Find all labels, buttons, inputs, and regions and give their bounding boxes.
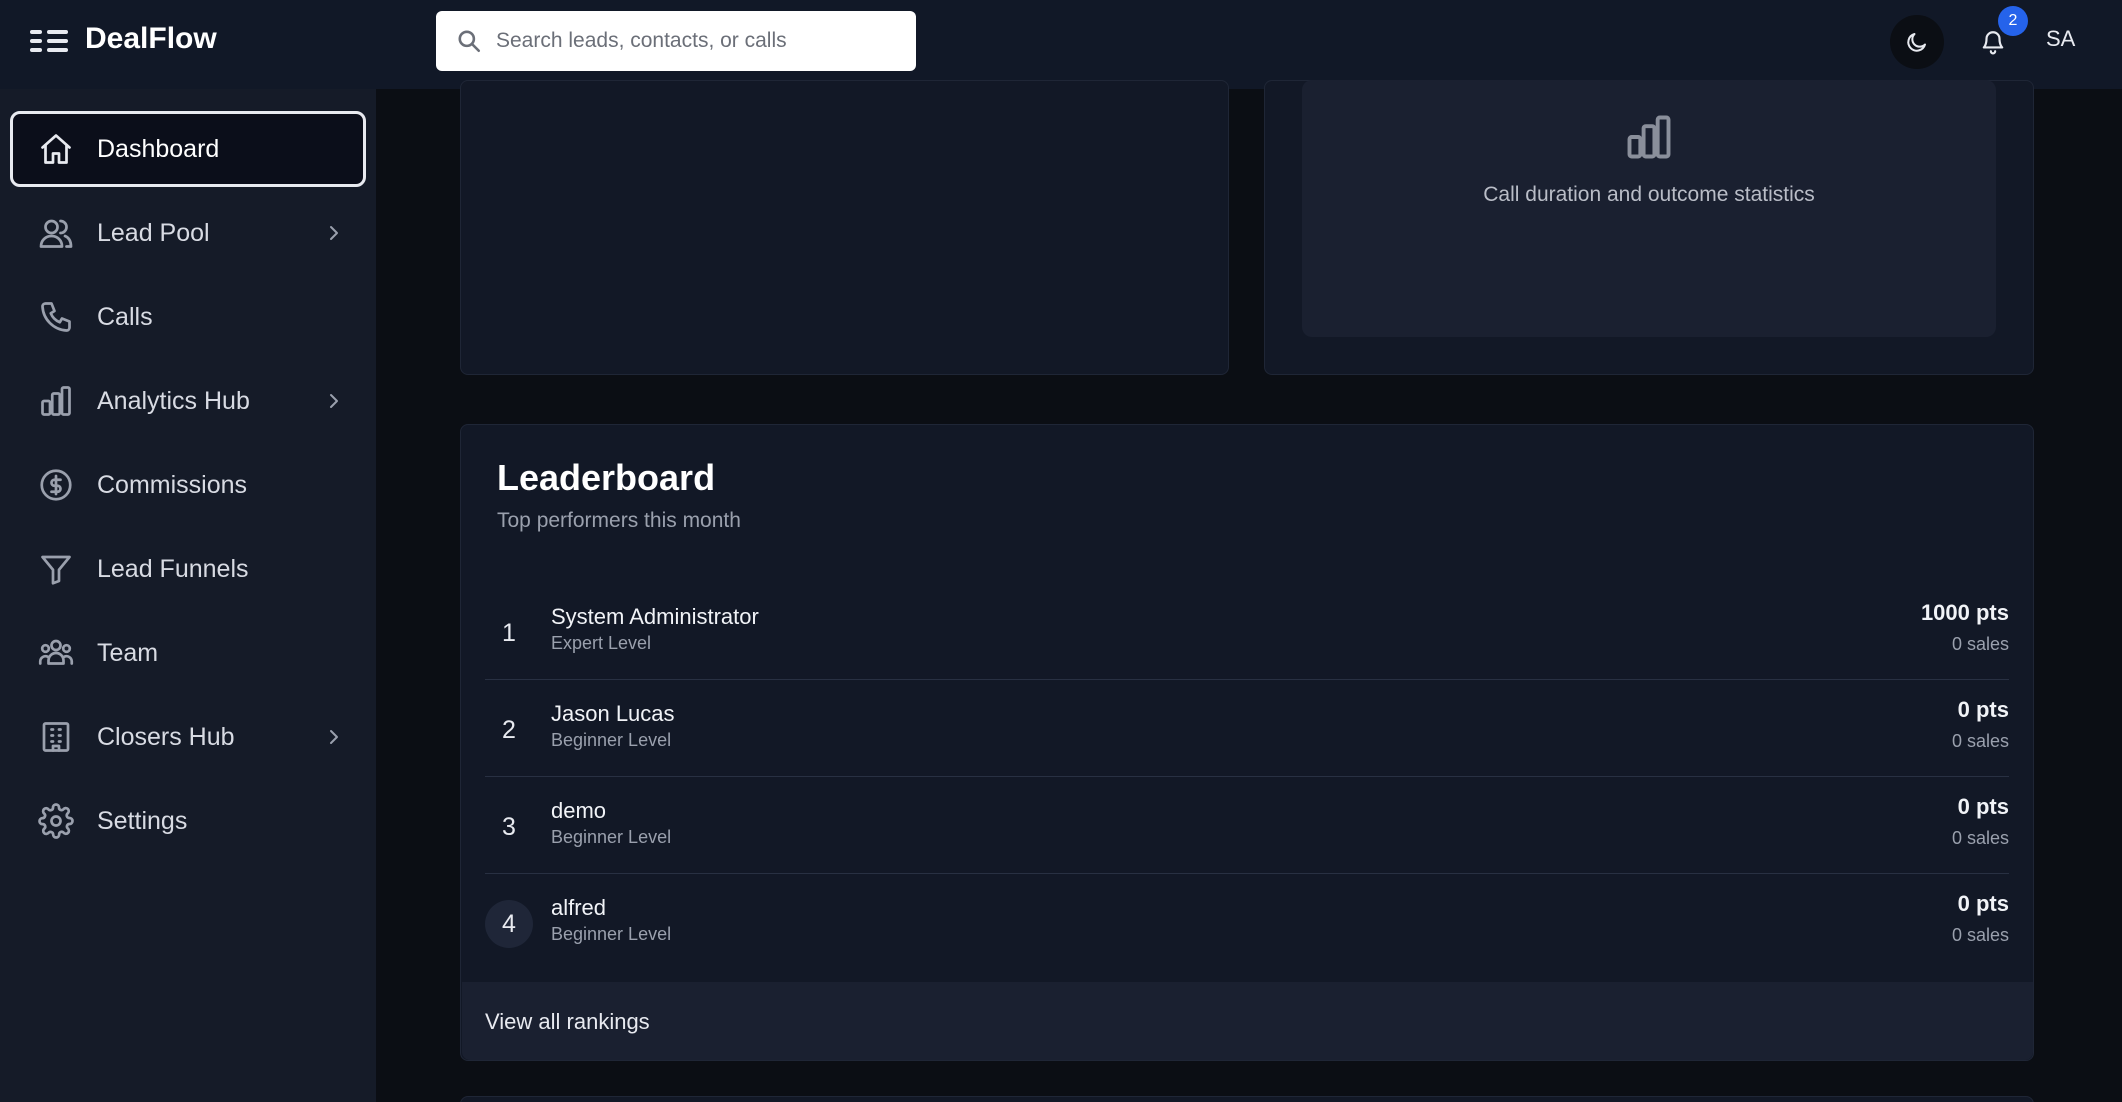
performer-sales: 0 sales	[1951, 828, 2009, 848]
performer-level: Expert Level	[551, 633, 652, 653]
performer-name: System Administrator	[551, 604, 759, 629]
top-bar: DealFlow 2 SA	[0, 0, 2122, 89]
funnel-icon	[41, 555, 71, 585]
performer-sales: 0 sales	[1951, 731, 2009, 751]
building-icon	[42, 722, 70, 752]
performer-name: alfred	[551, 895, 607, 920]
users-icon	[39, 219, 73, 248]
sidebar-item-label: Lead Pool	[97, 219, 210, 247]
sidebar-item-calls[interactable]: Calls	[10, 279, 366, 355]
performer-level: Beginner Level	[551, 827, 672, 847]
user-avatar[interactable]: SA	[2046, 26, 2075, 52]
performer-level: Beginner Level	[551, 730, 672, 750]
leaderboard-title: Leaderboard	[497, 457, 716, 498]
performer-name: Jason Lucas	[551, 701, 675, 726]
leaderboard-row: 2 Jason Lucas Beginner Level 0 pts 0 sal…	[485, 680, 2009, 777]
phone-icon	[41, 302, 71, 332]
search-icon	[458, 30, 481, 53]
sidebar-item-label: Dashboard	[97, 135, 220, 163]
view-all-rankings-link[interactable]: View all rankings	[485, 1009, 650, 1035]
call-stats-placeholder-text: Call duration and outcome statistics	[1483, 183, 1815, 206]
performer-points: 1000 pts	[1920, 600, 2009, 625]
sidebar-item-lead-pool[interactable]: Lead Pool	[10, 195, 366, 271]
performer-level: Beginner Level	[551, 924, 672, 944]
team-icon	[38, 639, 74, 665]
search-input[interactable]	[496, 11, 906, 71]
chart-card	[460, 80, 1229, 375]
sidebar-item-label: Team	[97, 639, 159, 667]
search-box[interactable]	[436, 11, 916, 71]
leaderboard-subtitle: Top performers this month	[497, 509, 741, 532]
performer-points: 0 pts	[1957, 794, 2009, 819]
sidebar: Dashboard Lead Pool Calls Analytics Hub …	[0, 89, 376, 1102]
rank-number: 3	[502, 813, 516, 841]
sidebar-item-label: Closers Hub	[97, 723, 235, 751]
performer-points: 0 pts	[1957, 697, 2009, 722]
chevron-right-icon	[330, 226, 338, 240]
leaderboard-row: 4 alfred Beginner Level 0 pts 0 sales	[485, 874, 2009, 971]
home-icon	[41, 134, 71, 164]
sidebar-item-label: Commissions	[97, 471, 248, 499]
leaderboard-row: 1 System Administrator Expert Level 1000…	[485, 583, 2009, 680]
sidebar-item-settings[interactable]: Settings	[10, 783, 366, 859]
moon-icon	[1907, 33, 1926, 52]
leaderboard-footer	[462, 982, 2033, 1060]
bar-chart-icon	[41, 386, 71, 416]
notification-badge: 2	[1998, 6, 2028, 36]
menu-icon[interactable]	[30, 30, 68, 52]
performer-name: demo	[551, 798, 607, 823]
chevron-right-icon	[330, 394, 338, 408]
leaderboard-row: 3 demo Beginner Level 0 pts 0 sales	[485, 777, 2009, 874]
app-logo[interactable]: DealFlow	[85, 22, 217, 56]
sidebar-item-closers-hub[interactable]: Closers Hub	[10, 699, 366, 775]
chevron-right-icon	[330, 730, 338, 744]
sidebar-item-dashboard[interactable]: Dashboard	[10, 111, 366, 187]
rank-number: 1	[502, 619, 516, 647]
rank-number: 4	[485, 900, 533, 948]
sidebar-item-label: Lead Funnels	[97, 555, 249, 583]
theme-toggle-button[interactable]	[1890, 15, 1944, 69]
performer-points: 0 pts	[1957, 891, 2009, 916]
sidebar-item-analytics-hub[interactable]: Analytics Hub	[10, 363, 366, 439]
gear-icon	[38, 803, 74, 839]
sidebar-item-label: Calls	[97, 303, 153, 331]
sidebar-item-lead-funnels[interactable]: Lead Funnels	[10, 531, 366, 607]
sidebar-item-team[interactable]: Team	[10, 615, 366, 691]
bell-icon	[1982, 31, 2004, 55]
sidebar-item-commissions[interactable]: Commissions	[10, 447, 366, 523]
rank-number: 2	[502, 716, 516, 744]
sidebar-item-label: Analytics Hub	[97, 387, 250, 415]
performer-sales: 0 sales	[1951, 634, 2009, 654]
next-card	[460, 1096, 2034, 1102]
sidebar-item-label: Settings	[97, 807, 188, 835]
performer-sales: 0 sales	[1951, 925, 2009, 945]
dollar-circle-icon	[40, 469, 72, 501]
bar-chart-icon	[1627, 115, 1671, 159]
